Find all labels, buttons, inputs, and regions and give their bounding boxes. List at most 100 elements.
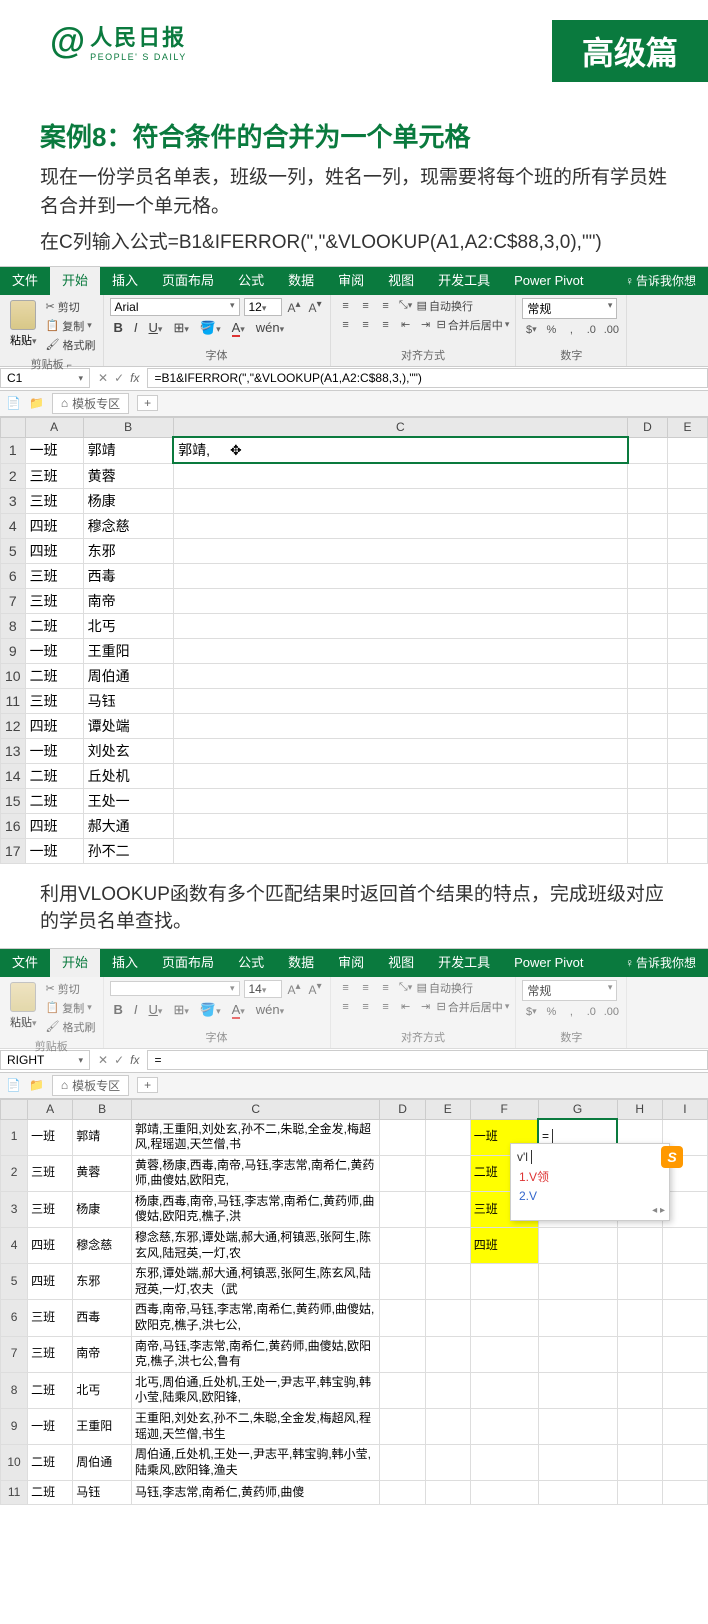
cell[interactable]: 刘处玄 [83, 738, 173, 763]
row-header[interactable]: 9 [1, 638, 26, 663]
tab-data[interactable]: 数据 [276, 949, 326, 977]
col-header[interactable] [1, 1099, 28, 1119]
cell[interactable] [628, 713, 668, 738]
col-header[interactable]: C [131, 1099, 379, 1119]
cell[interactable] [380, 1445, 425, 1481]
col-header[interactable]: D [380, 1099, 425, 1119]
tab-layout[interactable]: 页面布局 [150, 267, 226, 295]
indent-dec-icon[interactable]: ⇤ [397, 317, 415, 333]
row-header[interactable]: 6 [1, 563, 26, 588]
cell[interactable] [173, 488, 627, 513]
cell[interactable] [538, 1336, 617, 1372]
cell[interactable]: 周伯通 [83, 663, 173, 688]
cell[interactable]: 四班 [28, 1264, 73, 1300]
cell[interactable]: 周伯通 [73, 1445, 132, 1481]
col-header[interactable] [1, 417, 26, 437]
cell[interactable] [668, 738, 708, 763]
row-header[interactable]: 16 [1, 813, 26, 838]
col-header[interactable]: E [668, 417, 708, 437]
row-header[interactable]: 3 [1, 488, 26, 513]
cell[interactable] [380, 1481, 425, 1505]
cell[interactable]: 杨康,西毒,南帝,马钰,李志常,南希仁,黄药师,曲傻姑,欧阳克,樵子,洪 [131, 1191, 379, 1227]
cancel-icon[interactable]: ✕ [98, 1053, 108, 1067]
row-header[interactable]: 11 [1, 1481, 28, 1505]
row-header[interactable]: 7 [1, 588, 26, 613]
cell[interactable] [662, 1372, 707, 1408]
table-row[interactable]: 7三班南帝南帝,马钰,李志常,南希仁,黄药师,曲傻姑,欧阳克,樵子,洪七公,鲁有 [1, 1336, 708, 1372]
template-tab[interactable]: ⌂ 模板专区 [52, 393, 129, 414]
cell[interactable] [617, 1372, 662, 1408]
cell[interactable] [470, 1445, 538, 1481]
cell[interactable]: 西毒,南帝,马钰,李志常,南希仁,黄药师,曲傻姑,欧阳克,樵子,洪七公, [131, 1300, 379, 1336]
tab-file[interactable]: 文件 [0, 949, 50, 977]
add-tab-button[interactable]: + [137, 395, 158, 411]
table-row[interactable]: 5四班东邪 [1, 538, 708, 563]
cell[interactable] [662, 1445, 707, 1481]
cell[interactable] [173, 513, 627, 538]
cell[interactable] [662, 1228, 707, 1264]
row-header[interactable]: 6 [1, 1300, 28, 1336]
cell[interactable]: 西毒 [73, 1300, 132, 1336]
table-row[interactable]: 8二班北丐 [1, 613, 708, 638]
font-color-button[interactable]: A▾ [228, 319, 250, 336]
cell[interactable] [617, 1228, 662, 1264]
row-header[interactable]: 13 [1, 738, 26, 763]
cell[interactable] [668, 613, 708, 638]
row-header[interactable]: 2 [1, 463, 26, 488]
template-tab[interactable]: ⌂ 模板专区 [52, 1075, 129, 1096]
cell[interactable] [173, 813, 627, 838]
indent-inc-icon[interactable]: ⇥ [417, 317, 435, 333]
cell[interactable] [617, 1264, 662, 1300]
cell[interactable]: 三班 [28, 1300, 73, 1336]
cell[interactable]: 二班 [25, 763, 83, 788]
row-header[interactable]: 4 [1, 1228, 28, 1264]
cell[interactable] [380, 1228, 425, 1264]
enter-icon[interactable]: ✓ [114, 371, 124, 385]
ime-nav[interactable]: ◂ ▸ [515, 1205, 665, 1216]
cell[interactable] [668, 538, 708, 563]
cell[interactable] [668, 437, 708, 463]
cell[interactable]: 北丐,周伯通,丘处机,王处一,尹志平,韩宝驹,韩小莹,陆乘风,欧阳锋, [131, 1372, 379, 1408]
align-bottom-icon[interactable]: ≡ [377, 298, 395, 314]
cell[interactable] [662, 1336, 707, 1372]
cell[interactable] [380, 1191, 425, 1227]
cell[interactable] [470, 1336, 538, 1372]
enter-icon[interactable]: ✓ [114, 1053, 124, 1067]
new-doc-icon[interactable]: 📄 [6, 396, 21, 410]
cell[interactable] [470, 1372, 538, 1408]
cell[interactable] [668, 688, 708, 713]
cell[interactable] [668, 838, 708, 863]
cell[interactable] [628, 838, 668, 863]
cell[interactable] [628, 763, 668, 788]
cell[interactable] [628, 813, 668, 838]
table-row[interactable]: 9一班王重阳 [1, 638, 708, 663]
cell[interactable] [425, 1445, 470, 1481]
row-header[interactable]: 5 [1, 538, 26, 563]
shrink-font-icon[interactable]: A▾ [307, 299, 324, 315]
table-row[interactable]: 5四班东邪东邪,谭处端,郝大通,柯镇恶,张阿生,陈玄风,陆冠英,一灯,农夫（武 [1, 1264, 708, 1300]
cell[interactable]: 黄蓉 [83, 463, 173, 488]
tab-file[interactable]: 文件 [0, 267, 50, 295]
col-header[interactable]: H [617, 1099, 662, 1119]
cell[interactable]: 郭靖 [83, 437, 173, 463]
cell[interactable]: 二班 [28, 1481, 73, 1505]
cell[interactable]: 二班 [28, 1445, 73, 1481]
cell[interactable] [470, 1409, 538, 1445]
grow-font-icon[interactable]: A▴ [286, 981, 303, 997]
cell[interactable] [538, 1445, 617, 1481]
number-format-selector[interactable]: 常规▾ [522, 298, 617, 319]
cell[interactable] [173, 538, 627, 563]
cell[interactable] [173, 563, 627, 588]
cut-button[interactable]: ✂剪切 [45, 298, 97, 316]
table-row[interactable]: 3三班杨康 [1, 488, 708, 513]
tab-powerpivot[interactable]: Power Pivot [502, 267, 595, 295]
cell[interactable] [662, 1481, 707, 1505]
cell[interactable]: 郝大通 [83, 813, 173, 838]
cell[interactable] [173, 613, 627, 638]
cell[interactable]: 周伯通,丘处机,王处一,尹志平,韩宝驹,韩小莹,陆乘风,欧阳锋,渔夫 [131, 1445, 379, 1481]
cell[interactable]: 东邪 [83, 538, 173, 563]
tell-me[interactable]: ♀告诉我你想 [613, 949, 708, 977]
tab-developer[interactable]: 开发工具 [426, 949, 502, 977]
comma-icon[interactable]: , [562, 322, 580, 338]
cell[interactable]: 王重阳 [73, 1409, 132, 1445]
